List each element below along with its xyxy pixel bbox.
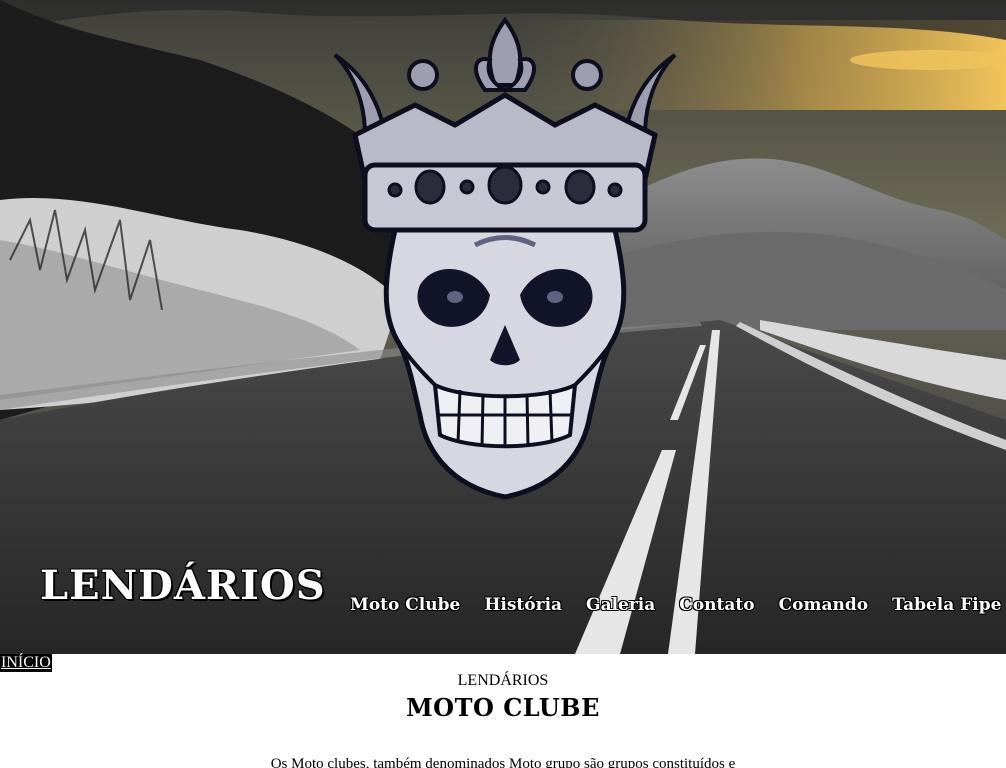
main-content: LENDÁRIOS MOTO CLUBE Os Moto clubes, tam…: [0, 670, 1006, 768]
section-intro-paragraph: Os Moto clubes, também denominados Moto …: [270, 756, 736, 768]
crowned-skull-logo: [333, 16, 677, 500]
section-eyebrow: LENDÁRIOS: [457, 672, 549, 689]
hero-banner: LENDÁRIOS Moto Clube História Galeria Co…: [0, 0, 1006, 654]
nav-link-contato[interactable]: Contato: [679, 595, 754, 615]
brand-title: LENDÁRIOS: [40, 562, 326, 609]
section-title: MOTO CLUBE: [406, 693, 600, 722]
main-nav: Moto Clube História Galeria Contato Coma…: [350, 592, 1001, 618]
nav-link-comando[interactable]: Comando: [779, 595, 868, 615]
nav-link-moto-clube[interactable]: Moto Clube: [350, 595, 460, 615]
nav-link-tabela-fipe[interactable]: Tabela Fipe: [892, 595, 1001, 615]
nav-link-galeria[interactable]: Galeria: [586, 595, 655, 615]
nav-link-historia[interactable]: História: [484, 595, 562, 615]
